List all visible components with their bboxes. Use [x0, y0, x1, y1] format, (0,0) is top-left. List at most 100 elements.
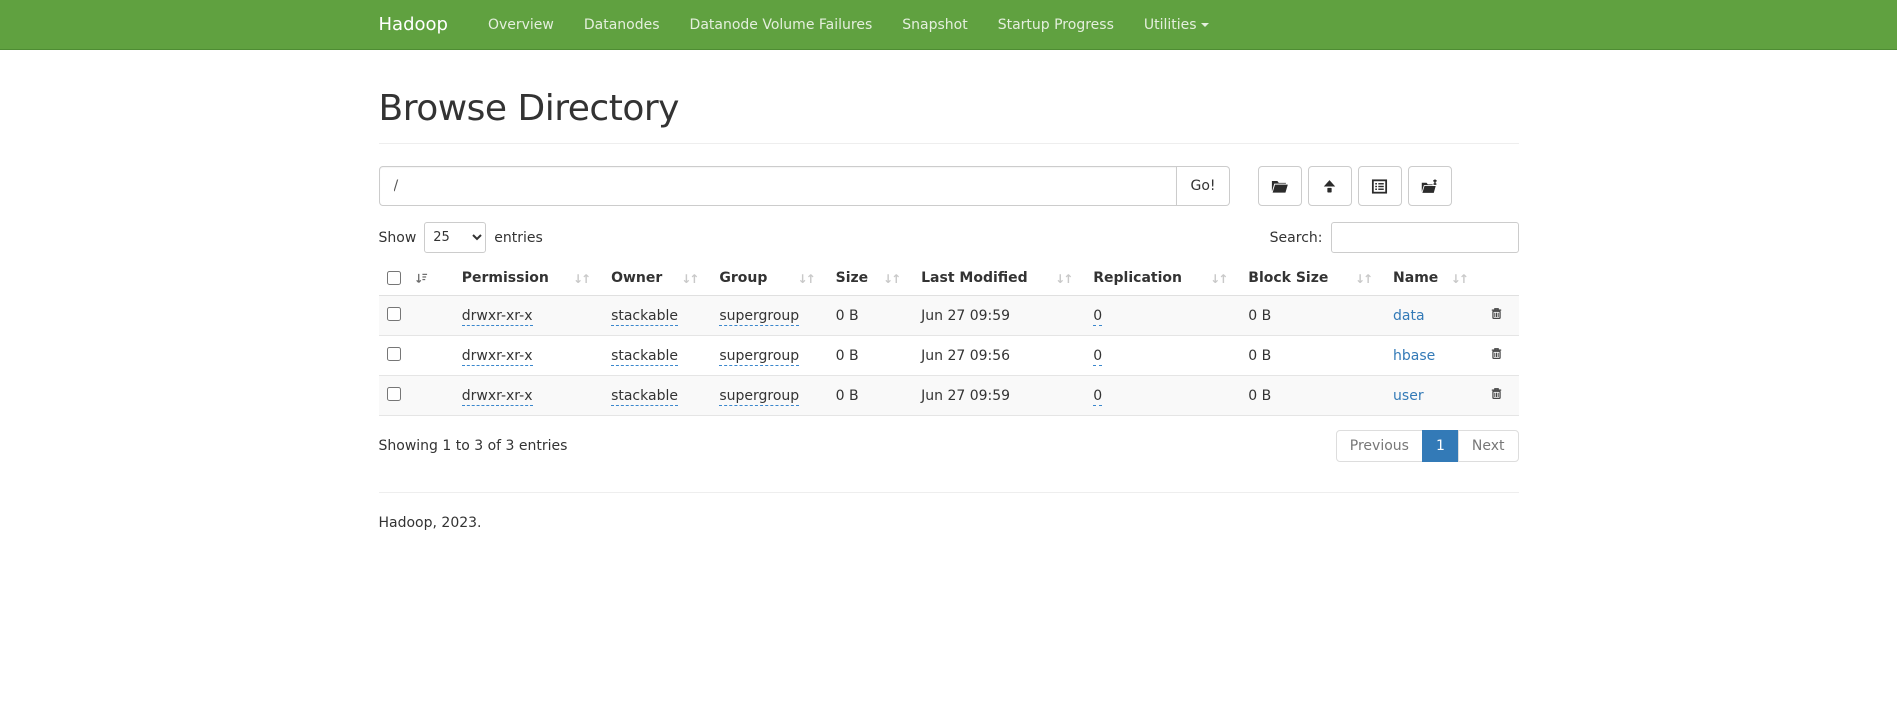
nav-item-utilities-dropdown[interactable]: Utilities: [1129, 0, 1224, 50]
cut-paste-button[interactable]: [1358, 166, 1402, 206]
sort-both-icon: ↓↑: [1451, 272, 1467, 286]
trash-icon: [1489, 306, 1504, 321]
path-input-group: Go!: [379, 166, 1230, 206]
go-button[interactable]: Go!: [1177, 166, 1229, 206]
directory-link-data[interactable]: data: [1393, 308, 1425, 324]
table-search-control: Search:: [1270, 222, 1519, 253]
pagination-page-1[interactable]: 1: [1422, 430, 1459, 462]
column-header-group[interactable]: Group ↓↑: [711, 265, 827, 296]
delete-button[interactable]: [1489, 346, 1504, 365]
last-modified-value: Jun 27 09:59: [921, 388, 1010, 404]
block-size-value: 0 B: [1248, 308, 1271, 324]
sort-both-icon: ↓↑: [883, 272, 899, 286]
sort-both-icon: ↓↑: [1355, 272, 1371, 286]
column-header-permission[interactable]: Permission ↓↑: [454, 265, 603, 296]
entries-label: entries: [494, 230, 543, 246]
replication-value[interactable]: 0: [1093, 308, 1102, 326]
column-header-replication[interactable]: Replication ↓↑: [1085, 265, 1240, 296]
page-title: Browse Directory: [379, 88, 1519, 129]
table-header-row: Permission ↓↑ Owner ↓↑ Group ↓↑ Size ↓↑ …: [379, 265, 1519, 296]
nav-item-overview[interactable]: Overview: [473, 0, 569, 50]
pagination: Previous 1 Next: [1336, 430, 1519, 462]
directory-table: Permission ↓↑ Owner ↓↑ Group ↓↑ Size ↓↑ …: [379, 265, 1519, 416]
show-label: Show: [379, 230, 417, 246]
permission-value[interactable]: drwxr-xr-x: [462, 348, 533, 366]
column-header-owner[interactable]: Owner ↓↑: [603, 265, 711, 296]
owner-value[interactable]: stackable: [611, 388, 678, 406]
pagination-next[interactable]: Next: [1458, 430, 1519, 462]
folder-move-icon: [1420, 177, 1439, 196]
column-header-last-modified[interactable]: Last Modified ↓↑: [913, 265, 1085, 296]
nav-item-snapshot[interactable]: Snapshot: [887, 0, 982, 50]
replication-value[interactable]: 0: [1093, 388, 1102, 406]
entries-info: Showing 1 to 3 of 3 entries: [379, 438, 568, 454]
brand-hadoop[interactable]: Hadoop: [379, 0, 463, 50]
top-navbar: Hadoop Overview Datanodes Datanode Volum…: [0, 0, 1897, 50]
page-length-control: Show 25 entries: [379, 222, 543, 253]
delete-button[interactable]: [1489, 386, 1504, 405]
owner-value[interactable]: stackable: [611, 348, 678, 366]
table-footer: Showing 1 to 3 of 3 entries Previous 1 N…: [379, 430, 1519, 462]
upload-icon: [1320, 177, 1339, 196]
folder-open-icon: [1270, 177, 1289, 196]
replication-value[interactable]: 0: [1093, 348, 1102, 366]
trash-icon: [1489, 386, 1504, 401]
last-modified-value: Jun 27 09:59: [921, 308, 1010, 324]
table-row: drwxr-xr-x stackable supergroup 0 B Jun …: [379, 296, 1519, 336]
group-value[interactable]: supergroup: [719, 388, 799, 406]
footer-text: Hadoop, 2023.: [379, 515, 1519, 531]
delete-button[interactable]: [1489, 306, 1504, 325]
permission-value[interactable]: drwxr-xr-x: [462, 388, 533, 406]
create-directory-button[interactable]: [1258, 166, 1302, 206]
pagination-previous[interactable]: Previous: [1336, 430, 1423, 462]
navbar-menu: Overview Datanodes Datanode Volume Failu…: [463, 0, 1224, 50]
sort-both-icon: ↓↑: [573, 272, 589, 286]
upload-files-button[interactable]: [1308, 166, 1352, 206]
caret-down-icon: [1201, 23, 1209, 27]
column-header-actions: [1481, 265, 1519, 296]
page-header: Browse Directory: [379, 88, 1519, 144]
trash-icon: [1489, 346, 1504, 361]
table-controls: Show 25 entries Search:: [379, 222, 1519, 253]
owner-value[interactable]: stackable: [611, 308, 678, 326]
utilities-label: Utilities: [1144, 17, 1197, 33]
select-all-checkbox[interactable]: [387, 271, 401, 285]
select-all-column-header[interactable]: [379, 265, 454, 296]
table-row: drwxr-xr-x stackable supergroup 0 B Jun …: [379, 336, 1519, 376]
sort-asc-icon: [415, 272, 428, 285]
footer-divider: [379, 492, 1519, 493]
table-row: drwxr-xr-x stackable supergroup 0 B Jun …: [379, 376, 1519, 416]
path-bar: Go!: [379, 166, 1519, 206]
last-modified-value: Jun 27 09:56: [921, 348, 1010, 364]
block-size-value: 0 B: [1248, 388, 1271, 404]
nav-item-datanodes[interactable]: Datanodes: [569, 0, 675, 50]
list-icon: [1370, 177, 1389, 196]
sort-both-icon: ↓↑: [1210, 272, 1226, 286]
directory-link-user[interactable]: user: [1393, 388, 1424, 404]
page-size-select[interactable]: 25: [424, 222, 486, 253]
column-header-name[interactable]: Name ↓↑: [1385, 265, 1481, 296]
directory-path-input[interactable]: [379, 166, 1178, 206]
permission-value[interactable]: drwxr-xr-x: [462, 308, 533, 326]
move-to-directory-button[interactable]: [1408, 166, 1452, 206]
column-header-size[interactable]: Size ↓↑: [828, 265, 914, 296]
site-footer: Hadoop, 2023.: [379, 492, 1519, 531]
row-checkbox[interactable]: [387, 387, 401, 401]
directory-link-hbase[interactable]: hbase: [1393, 348, 1435, 364]
group-value[interactable]: supergroup: [719, 308, 799, 326]
row-checkbox[interactable]: [387, 307, 401, 321]
row-checkbox[interactable]: [387, 347, 401, 361]
size-value: 0 B: [836, 348, 859, 364]
table-search-input[interactable]: [1331, 222, 1519, 253]
nav-item-datanode-volume-failures[interactable]: Datanode Volume Failures: [675, 0, 888, 50]
column-header-block-size[interactable]: Block Size ↓↑: [1240, 265, 1385, 296]
sort-both-icon: ↓↑: [798, 272, 814, 286]
size-value: 0 B: [836, 308, 859, 324]
browse-directory-panel: Browse Directory Go!: [364, 50, 1534, 531]
block-size-value: 0 B: [1248, 348, 1271, 364]
group-value[interactable]: supergroup: [719, 348, 799, 366]
search-label: Search:: [1270, 230, 1323, 246]
sort-both-icon: ↓↑: [681, 272, 697, 286]
file-actions-toolbar: [1258, 166, 1458, 206]
nav-item-startup-progress[interactable]: Startup Progress: [983, 0, 1129, 50]
